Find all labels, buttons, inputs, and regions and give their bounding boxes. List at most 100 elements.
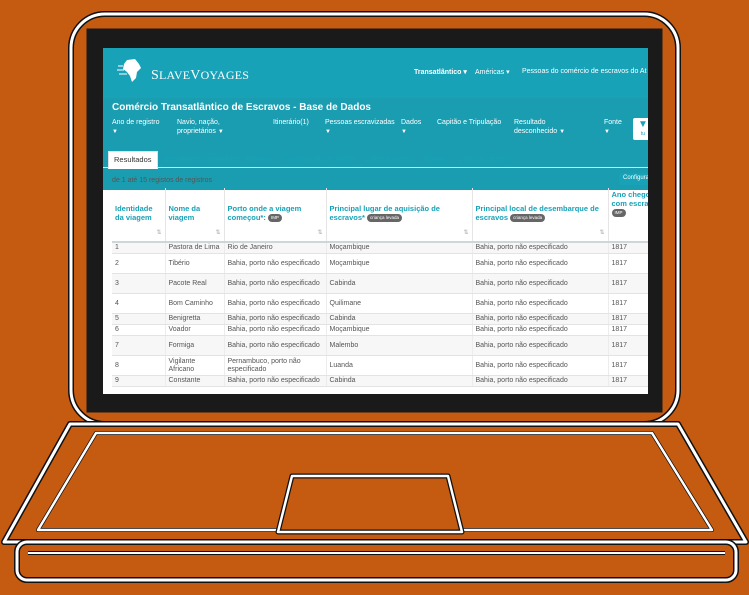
filter-pessoas-label: Pessoas escravizadas (325, 119, 395, 126)
table-row[interactable]: 4 Bom Caminho Bahia, porto não especificad… (112, 293, 648, 314)
caret-down-icon: ▼ (112, 129, 118, 135)
cell-aquisicao: Cabinda (326, 375, 473, 387)
cell-id: 7 (112, 335, 166, 356)
cell-id: 8 (112, 355, 166, 376)
table-header-row: Identidade da viagem ⇅ Nome da viagem ⇅ Po… (112, 188, 649, 243)
africa-logo-icon (117, 59, 141, 82)
cell-desembarque: Bahia, porto não especificado (472, 335, 609, 356)
records-info: de 1 até 15 registos de registros (112, 177, 213, 184)
cell-desembarque: Bahia, porto não especificado (472, 253, 609, 274)
crianca-badge: criança levada (510, 214, 546, 223)
menu-pessoas[interactable]: Pessoas do comércio de escravos do At (522, 68, 647, 75)
cell-porto: Bahia, porto não especificado (224, 324, 327, 336)
col-header-identidade-label: Identidade da viagem (115, 204, 153, 222)
brand-lave: LAVE (159, 68, 191, 82)
table-row[interactable]: 3 Pacote Real Bahia, porto não especificad… (112, 273, 648, 294)
menu-americas[interactable]: Américas ▾ (475, 68, 510, 76)
brand-initial-s: S (151, 68, 159, 83)
tab-mapas[interactable]: Mapas (425, 154, 448, 163)
filter-ano[interactable]: Ano de registro ▼ (112, 118, 159, 137)
cell-porto: Bahia, porto não especificado (224, 273, 327, 294)
sort-icon[interactable]: ⇅ (215, 229, 220, 238)
cell-aquisicao: Cabinda (326, 273, 473, 294)
cell-ano: 1817 (608, 335, 648, 356)
col-header-aquisicao[interactable]: Principal lugar de aquisição de escravos… (326, 188, 473, 243)
col-header-nome[interactable]: Nome da viagem ⇅ (165, 188, 225, 243)
cell-nome: Pastora de Lima (165, 242, 225, 254)
tab-estatisticas[interactable]: Estatísticas resumidas (165, 154, 240, 163)
filter-fonte[interactable]: Fonte ▼ (604, 118, 622, 137)
table-row[interactable]: 5 Benigretta Bahia, porto não especificado… (112, 313, 648, 325)
cell-ano: 1817 (608, 253, 648, 274)
col-header-desembarque[interactable]: Principal local de desembarque de escrav… (472, 188, 609, 243)
crianca-badge: criança levada (367, 214, 403, 223)
menu-transatlantico[interactable]: Transatlântico ▾ (414, 68, 467, 76)
filter-navio[interactable]: Navio, nação, proprietários ▼ (177, 118, 247, 137)
table-row[interactable]: 2 Tibério Bahia, porto não especificado Moç… (112, 253, 648, 274)
cell-ano: 1817 (608, 355, 648, 376)
brand-oyages: OYAGES (200, 68, 250, 82)
tab-tabelas[interactable]: Tabelas (245, 154, 271, 163)
tab-visualizacao[interactable]: Visualização de dados (281, 154, 356, 163)
cell-id: 4 (112, 293, 166, 314)
cell-aquisicao: Cabinda (326, 313, 473, 325)
sort-icon[interactable]: ⇅ (156, 229, 161, 238)
laptop-front-lip (14, 539, 739, 583)
col-header-porto[interactable]: Porto onde a viagem começou*: IMP ⇅ (224, 188, 327, 243)
table-body: 1 Pastora de Lima Rio de Janeiro Moçambique… (112, 242, 648, 387)
col-header-ano-label: Ano chegou com escrav (611, 190, 649, 208)
top-navbar: SLAVEVOYAGES Transatlântico ▾ Américas ▾… (103, 48, 648, 98)
cell-desembarque: Bahia, porto não especificado (472, 242, 609, 254)
caret-down-icon: ▼ (401, 129, 407, 135)
tab-linha-do-tempo-2[interactable]: Linha do tempo (458, 154, 510, 163)
table-row[interactable]: 6 Voador Bahia, porto não especificado Moça… (112, 324, 648, 336)
filter-capitao-label: Capitão e Tripulação (437, 119, 502, 126)
sort-icon[interactable]: ⇅ (599, 229, 604, 238)
table-row[interactable]: 1 Pastora de Lima Rio de Janeiro Moçambique… (112, 242, 648, 254)
cell-aquisicao: Malembo (326, 335, 473, 356)
filter-pessoas[interactable]: Pessoas escravizadas ▼ (325, 118, 395, 137)
laptop-screen: SLAVEVOYAGES Transatlântico ▾ Américas ▾… (103, 48, 648, 394)
results-table: Identidade da viagem ⇅ Nome da viagem ⇅ Po… (112, 188, 648, 387)
filter-funnel-button[interactable]: ▼ tu (633, 118, 648, 140)
col-header-ano[interactable]: Ano chegou com escravIMP (608, 188, 649, 243)
caret-down-icon: ▼ (217, 129, 224, 135)
cell-ano: 1817 (608, 273, 648, 294)
tab-resultados[interactable]: Resultados (108, 151, 158, 169)
cell-id: 3 (112, 273, 166, 294)
cell-porto: Bahia, porto não especificado (224, 293, 327, 314)
cell-id: 2 (112, 253, 166, 274)
cell-id: 6 (112, 324, 166, 336)
filter-capitao[interactable]: Capitão e Tripulação (437, 118, 501, 127)
table-row[interactable]: 8 Vigilante Africano Pernambuco, porto não… (112, 355, 648, 376)
sort-icon[interactable]: ⇅ (317, 229, 322, 238)
funnel-icon: ▼ (638, 119, 648, 130)
cell-nome: Benigretta (165, 313, 225, 325)
filter-itinerario-label: Itinerário(1) (273, 119, 309, 126)
cell-porto: Bahia, porto não especificado (224, 375, 327, 387)
cell-desembarque: Bahia, porto não especificado (472, 375, 609, 387)
filter-itinerario[interactable]: Itinerário(1) (273, 118, 309, 127)
cell-ano: 1817 (608, 293, 648, 314)
col-header-nome-label: Nome da viagem (168, 204, 201, 222)
col-header-identidade[interactable]: Identidade da viagem ⇅ (112, 188, 166, 243)
configure-button[interactable]: Configura (619, 173, 648, 185)
results-tabs: Resultados Estatísticas resumidas Tabela… (103, 149, 648, 169)
table-row[interactable]: 9 Constante Bahia, porto não especificado C… (112, 375, 648, 387)
filter-dados[interactable]: Dados ▼ (401, 118, 421, 137)
cell-aquisicao: Luanda (326, 355, 473, 376)
tab-linha-do-tempo[interactable]: Linha do tempo (365, 154, 417, 163)
brand-initial-v: V (190, 68, 201, 83)
touchpad (275, 473, 465, 535)
sort-icon[interactable]: ⇅ (463, 229, 468, 238)
table-row[interactable]: 7 Formiga Bahia, porto não especificado Mal… (112, 335, 648, 356)
cell-aquisicao: Moçambique (326, 324, 473, 336)
imp-badge: IMP (267, 214, 282, 223)
cell-porto: Pernambuco, porto não especificado (224, 355, 327, 376)
cell-nome: Vigilante Africano (165, 355, 225, 376)
cell-id: 5 (112, 313, 166, 325)
filter-resultado[interactable]: Resultado desconhecido ▼ (514, 118, 576, 137)
brand-wordmark[interactable]: SLAVEVOYAGES (151, 68, 249, 84)
cell-porto: Bahia, porto não especificado (224, 335, 327, 356)
caret-down-icon: ▼ (604, 129, 610, 135)
